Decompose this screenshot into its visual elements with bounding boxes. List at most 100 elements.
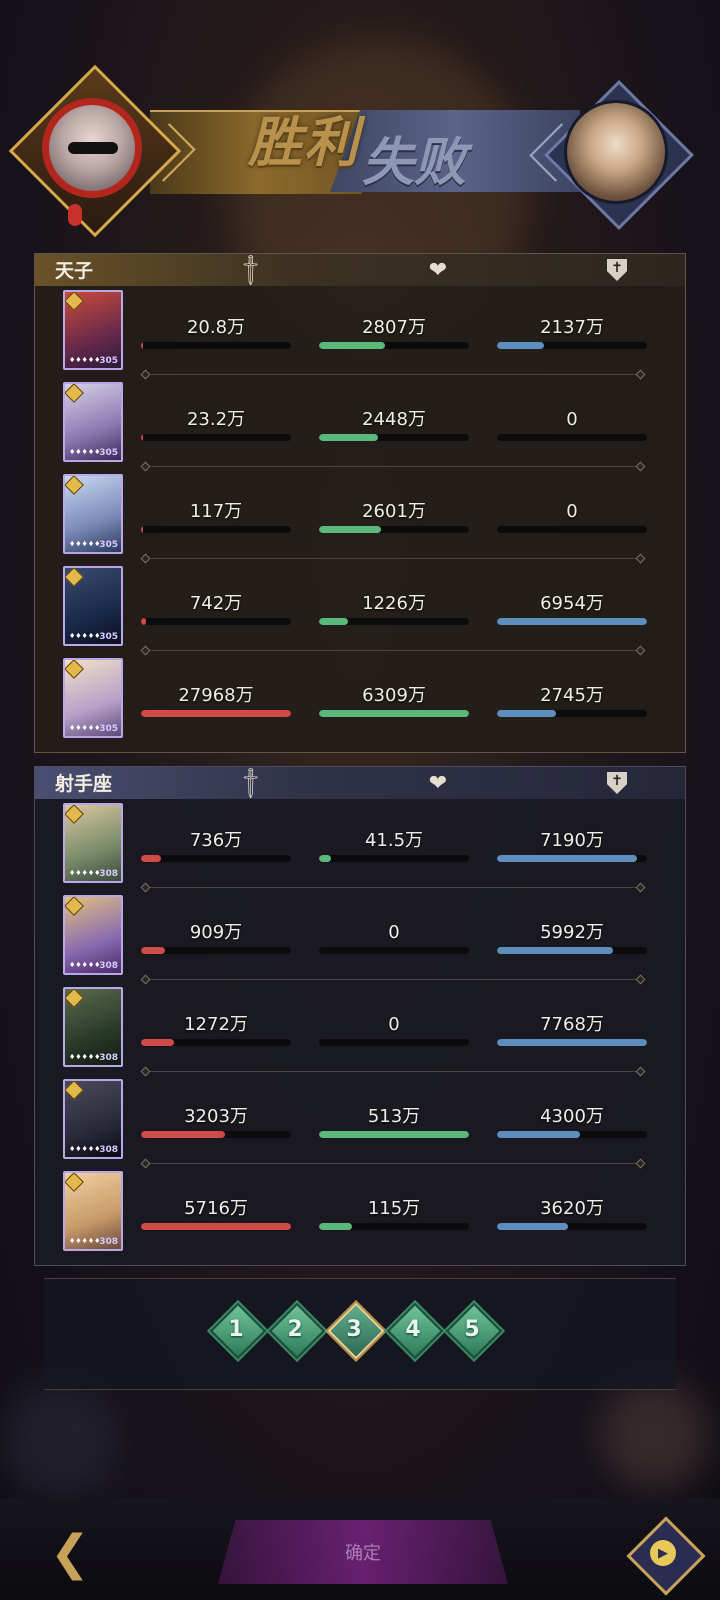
defense-stat: 6954万 bbox=[497, 592, 647, 625]
defense-bar-fill bbox=[497, 1131, 580, 1138]
shield-icon: ✝ bbox=[603, 769, 631, 797]
hero-rank-badge bbox=[65, 476, 84, 495]
hero-rank-badge bbox=[65, 1173, 84, 1192]
row-divider bbox=[145, 558, 641, 559]
hero-level: 305 bbox=[99, 724, 118, 734]
sword-icon: 🗡 bbox=[232, 764, 270, 802]
heal-bar-fill bbox=[319, 526, 381, 533]
heal-bar-fill bbox=[319, 434, 378, 441]
hero-rank-badge bbox=[65, 897, 84, 916]
attack-bar bbox=[141, 526, 291, 533]
attack-bar bbox=[141, 434, 291, 441]
hero-rank-badge bbox=[65, 805, 84, 824]
hero-card[interactable]: ♦♦♦♦♦ 308 bbox=[63, 1171, 123, 1251]
heal-value: 41.5万 bbox=[364, 830, 424, 851]
attack-bar bbox=[141, 1131, 291, 1138]
attack-bar bbox=[141, 1039, 291, 1046]
hero-level: 308 bbox=[99, 1145, 118, 1155]
attack-stat: 23.2万 bbox=[141, 408, 291, 441]
hero-rank-badge bbox=[65, 1081, 84, 1100]
attack-bar-fill bbox=[141, 710, 291, 717]
heal-bar bbox=[319, 710, 469, 717]
attack-bar-fill bbox=[141, 342, 143, 349]
hero-card[interactable]: ♦♦♦♦♦ 305 bbox=[63, 474, 123, 554]
background-glow bbox=[600, 1380, 710, 1490]
win-label: 胜利 bbox=[248, 110, 360, 174]
hero-card[interactable]: ♦♦♦♦♦ 308 bbox=[63, 1079, 123, 1159]
hero-star-dots: ♦♦♦♦♦ bbox=[69, 448, 101, 456]
player-avatar[interactable] bbox=[8, 64, 182, 238]
hero-star-dots: ♦♦♦♦♦ bbox=[69, 1053, 101, 1061]
defense-bar-fill bbox=[497, 947, 613, 954]
heal-value: 0 bbox=[388, 922, 400, 943]
heal-value: 115万 bbox=[367, 1198, 421, 1219]
hero-card[interactable]: ♦♦♦♦♦ 305 bbox=[63, 382, 123, 462]
defense-stat: 7768万 bbox=[497, 1013, 647, 1046]
heal-stat: 6309万 bbox=[319, 684, 469, 717]
round-button-3[interactable]: 3 bbox=[327, 1302, 385, 1360]
hero-star-dots: ♦♦♦♦♦ bbox=[69, 632, 101, 640]
attack-bar-fill bbox=[141, 1223, 291, 1230]
heal-bar bbox=[319, 1131, 469, 1138]
defense-value: 4300万 bbox=[540, 1106, 604, 1127]
back-button[interactable]: ❮ bbox=[30, 1518, 110, 1588]
defense-bar bbox=[497, 526, 647, 533]
heal-bar bbox=[319, 1039, 469, 1046]
attack-stat: 736万 bbox=[141, 829, 291, 862]
heal-bar bbox=[319, 1223, 469, 1230]
round-number: 3 bbox=[346, 1316, 362, 1342]
hero-stat-row: ♦♦♦♦♦ 305 23.2万 2448万 0 bbox=[35, 378, 685, 470]
row-divider bbox=[145, 979, 641, 980]
confirm-button-label: 确定 bbox=[345, 1543, 381, 1564]
hero-level: 308 bbox=[99, 1053, 118, 1063]
confirm-button[interactable]: 确定 bbox=[218, 1520, 508, 1584]
heal-stat: 0 bbox=[319, 1013, 469, 1046]
defense-value: 5992万 bbox=[540, 922, 604, 943]
lantern-ornament bbox=[68, 204, 82, 226]
hero-card[interactable]: ♦♦♦♦♦ 308 bbox=[63, 895, 123, 975]
attack-bar bbox=[141, 342, 291, 349]
hero-level: 308 bbox=[99, 869, 118, 879]
hero-level: 305 bbox=[99, 632, 118, 642]
defense-value: 6954万 bbox=[540, 593, 604, 614]
defense-value: 0 bbox=[566, 409, 578, 430]
hero-card[interactable]: ♦♦♦♦♦ 308 bbox=[63, 987, 123, 1067]
defense-bar-fill bbox=[497, 855, 637, 862]
round-selector: 1 2 3 4 5 bbox=[44, 1278, 676, 1390]
replay-button[interactable]: ▶ bbox=[626, 1516, 706, 1596]
hero-stat-row: ♦♦♦♦♦ 308 909万 0 5992万 bbox=[35, 891, 685, 983]
hero-level: 308 bbox=[99, 961, 118, 971]
row-divider bbox=[145, 1071, 641, 1072]
hero-card[interactable]: ♦♦♦♦♦ 305 bbox=[63, 566, 123, 646]
attack-value: 736万 bbox=[189, 830, 243, 851]
result-header: 胜利 失败 bbox=[0, 64, 720, 238]
heal-bar-fill bbox=[319, 1131, 469, 1138]
attack-value: 3203万 bbox=[184, 1106, 248, 1127]
row-divider bbox=[145, 374, 641, 375]
round-button-5[interactable]: 5 bbox=[445, 1302, 503, 1360]
round-button-1[interactable]: 1 bbox=[209, 1302, 267, 1360]
team-header: 天子 🗡 ❤ ✝ bbox=[35, 251, 685, 289]
team-name: 天子 bbox=[55, 260, 94, 282]
attack-bar-fill bbox=[141, 526, 143, 533]
heal-value: 2601万 bbox=[362, 501, 426, 522]
hero-card[interactable]: ♦♦♦♦♦ 305 bbox=[63, 290, 123, 370]
opponent-avatar[interactable] bbox=[544, 80, 694, 230]
defense-value: 3620万 bbox=[540, 1198, 604, 1219]
defense-stat: 0 bbox=[497, 500, 647, 533]
heal-bar bbox=[319, 434, 469, 441]
hero-card[interactable]: ♦♦♦♦♦ 305 bbox=[63, 658, 123, 738]
attack-bar-fill bbox=[141, 947, 165, 954]
attack-bar bbox=[141, 618, 291, 625]
hero-card[interactable]: ♦♦♦♦♦ 308 bbox=[63, 803, 123, 883]
defense-bar bbox=[497, 342, 647, 349]
heal-stat: 0 bbox=[319, 921, 469, 954]
hero-level: 305 bbox=[99, 356, 118, 366]
defense-stat: 2745万 bbox=[497, 684, 647, 717]
heal-bar bbox=[319, 342, 469, 349]
defense-bar bbox=[497, 434, 647, 441]
round-button-4[interactable]: 4 bbox=[386, 1302, 444, 1360]
heal-bar-fill bbox=[319, 342, 385, 349]
attack-bar-fill bbox=[141, 434, 143, 441]
round-button-2[interactable]: 2 bbox=[268, 1302, 326, 1360]
